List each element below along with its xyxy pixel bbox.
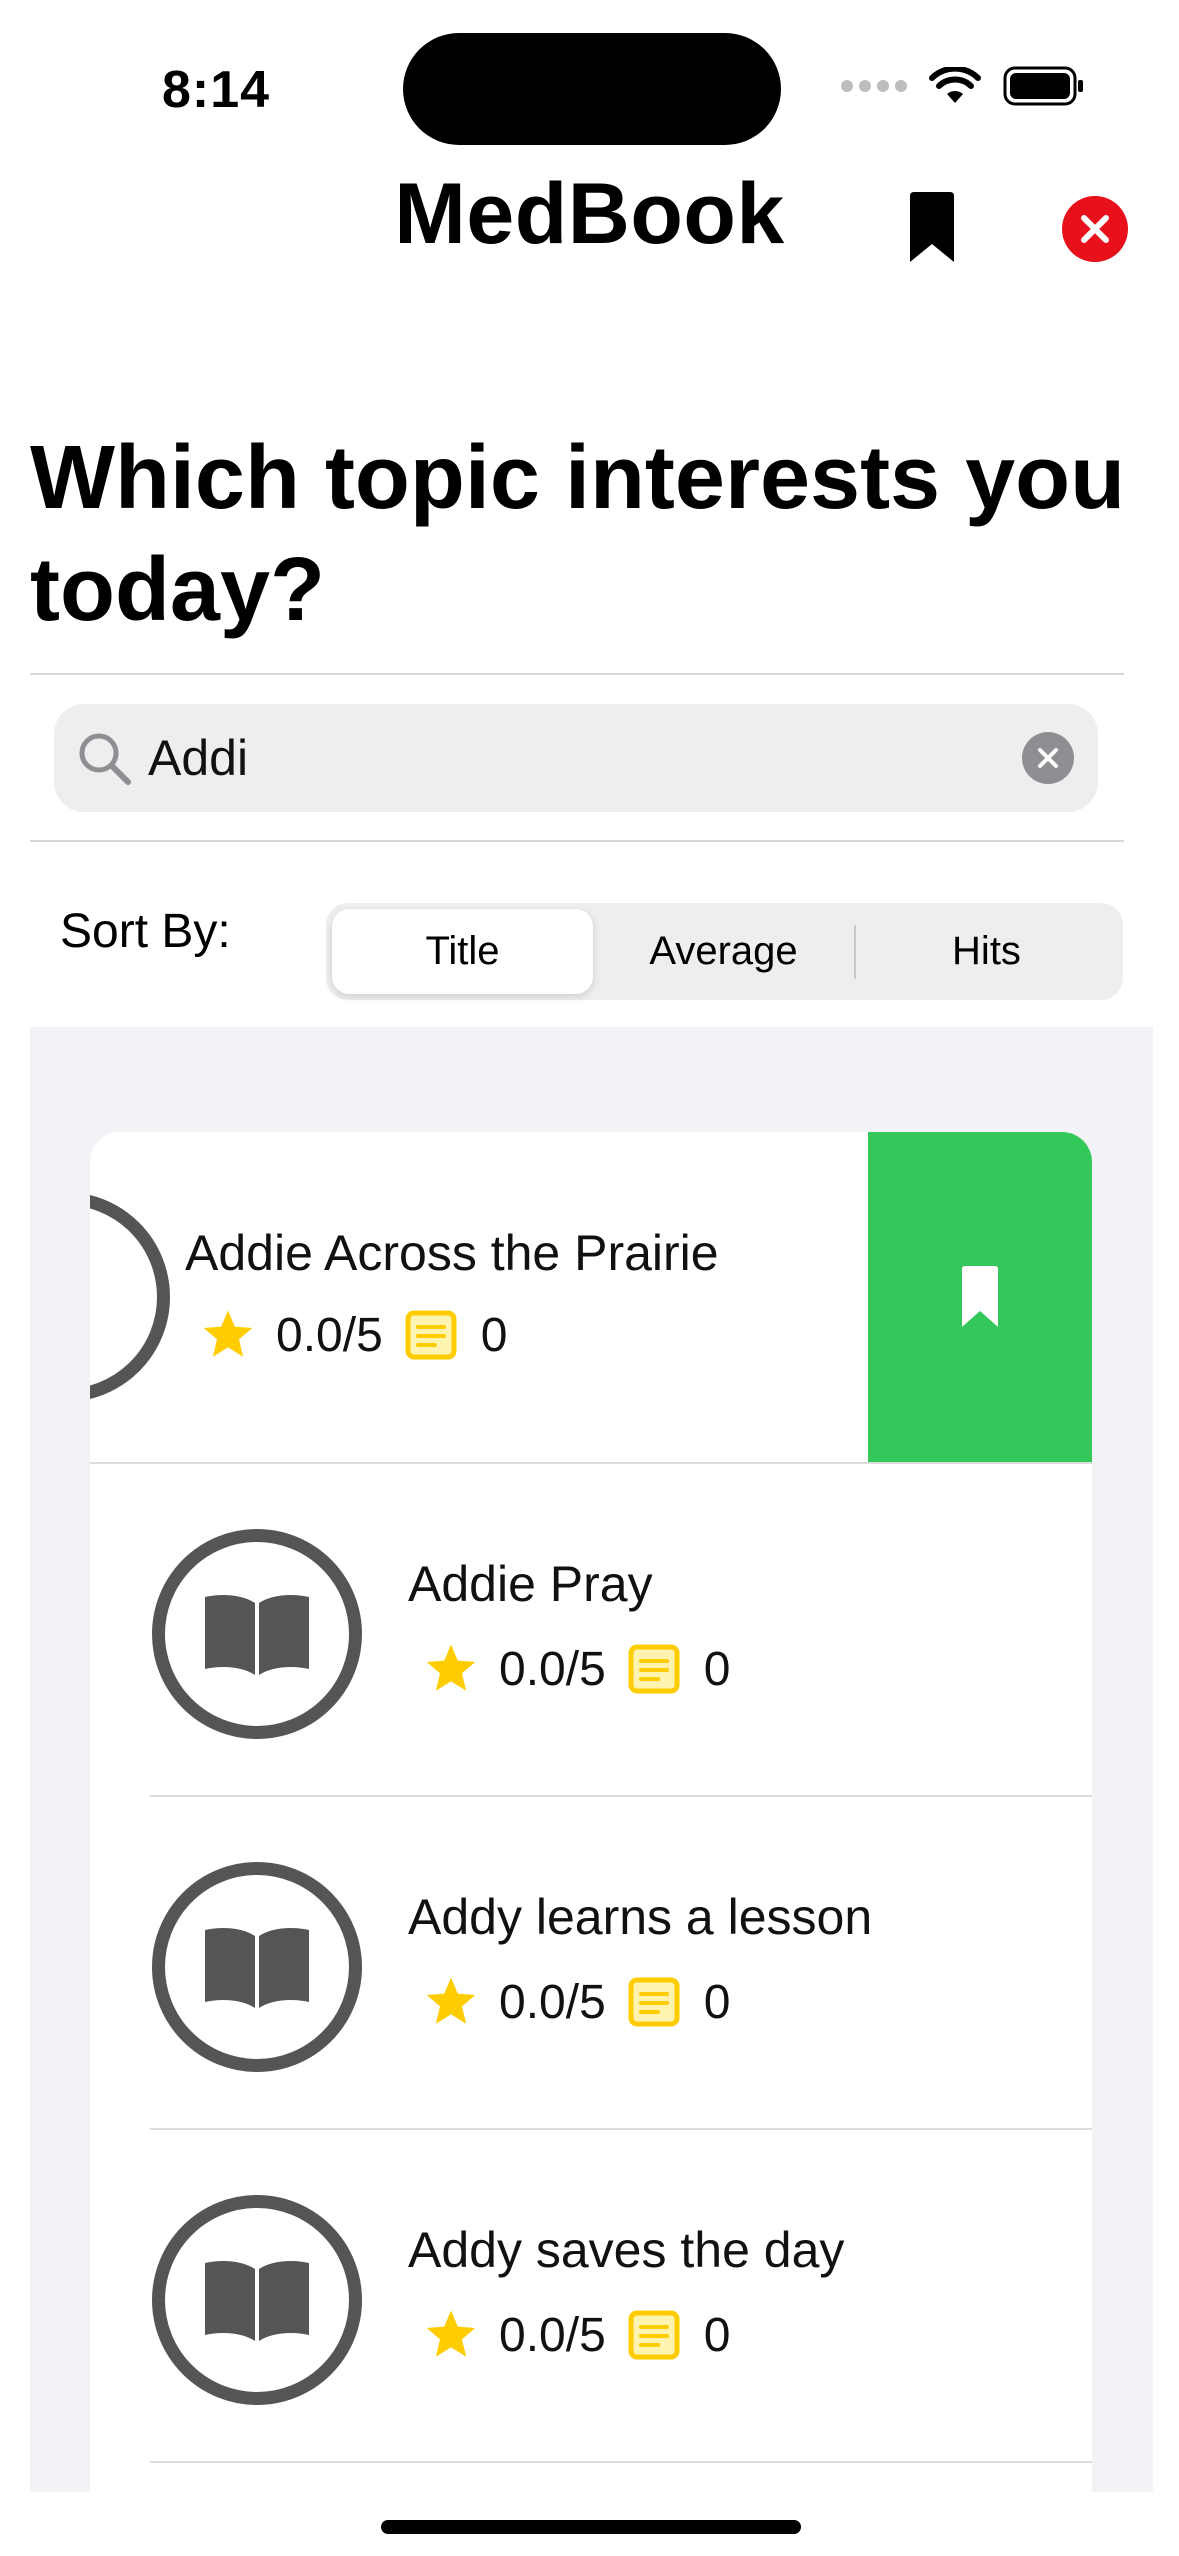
bookmark-icon	[962, 1266, 998, 1327]
search-icon	[79, 733, 131, 785]
book-open-icon	[205, 1595, 309, 1675]
book-meta: 0.0/5 0	[423, 2307, 730, 2363]
search-input[interactable]	[148, 729, 1022, 787]
book-hits: 0	[703, 2308, 731, 2362]
book-rating: 0.0/5	[499, 2308, 606, 2362]
book-title: Addie Across the Prairie	[185, 1225, 719, 1281]
close-button[interactable]	[1062, 196, 1128, 262]
book-meta: 0.0/5 0	[423, 1641, 730, 1697]
search-bar[interactable]	[54, 704, 1098, 812]
book-hits: 0	[703, 1642, 731, 1696]
sort-option-hits[interactable]: Hits	[856, 909, 1117, 994]
status-time: 8:14	[162, 61, 271, 119]
app-title: MedBook	[394, 166, 785, 262]
list-item[interactable]: Addie Across the Prairie 0.0/5 0	[90, 1132, 1092, 1464]
hits-icon	[628, 1644, 680, 1694]
row-divider	[90, 1462, 1092, 1464]
sort-option-title[interactable]: Title	[332, 909, 593, 994]
divider	[30, 673, 1124, 675]
book-title: Addy saves the day	[408, 2222, 845, 2278]
book-hits: 0	[703, 1975, 731, 2029]
divider	[30, 840, 1124, 842]
book-icon	[152, 2195, 362, 2405]
book-title: Addy learns a lesson	[408, 1889, 873, 1945]
hits-icon	[628, 1977, 680, 2027]
wifi-icon	[929, 67, 981, 103]
list-item[interactable]: Addie Pray 0.0/5 0	[90, 1465, 1092, 1797]
star-icon	[426, 2310, 476, 2357]
row-divider	[150, 1795, 1092, 1797]
star-icon	[426, 1977, 476, 2024]
xmark-icon	[1038, 748, 1058, 768]
close-icon	[1081, 215, 1109, 243]
hits-icon	[628, 2310, 680, 2360]
hits-icon	[405, 1310, 457, 1360]
sort-option-average[interactable]: Average	[593, 909, 854, 994]
book-icon	[152, 1862, 362, 2072]
book-meta: 0.0/5 0	[423, 1974, 730, 2030]
book-meta: 0.0/5 0	[200, 1307, 507, 1363]
sort-label: Sort By:	[60, 905, 231, 958]
bookmark-swipe-button[interactable]	[868, 1132, 1092, 1462]
book-rating: 0.0/5	[499, 1642, 606, 1696]
book-icon	[152, 1529, 362, 1739]
book-rating: 0.0/5	[499, 1975, 606, 2029]
star-icon	[203, 1310, 253, 1357]
row-divider	[150, 2461, 1092, 2463]
book-rating: 0.0/5	[276, 1308, 383, 1362]
clear-search-button[interactable]	[1022, 732, 1074, 784]
battery-icon	[1003, 66, 1083, 106]
book-open-icon	[205, 1928, 309, 2008]
book-hits: 0	[480, 1308, 508, 1362]
home-indicator[interactable]	[381, 2520, 801, 2534]
star-icon	[426, 1644, 476, 1691]
book-icon	[90, 1192, 170, 1402]
list-item[interactable]: Addy learns a lesson 0.0/5 0	[90, 1798, 1092, 2130]
sort-segmented-control[interactable]: Title Average Hits	[326, 903, 1123, 1000]
page-headline: Which topic interests you today?	[30, 428, 1126, 640]
results-list[interactable]: Addie Across the Prairie 0.0/5 0 Addie P…	[90, 1132, 1092, 2502]
dynamic-island	[403, 33, 781, 145]
book-open-icon	[205, 2261, 309, 2341]
row-divider	[150, 2128, 1092, 2130]
cellular-signal-icon	[841, 80, 907, 92]
list-item[interactable]: Addy saves the day 0.0/5 0	[90, 2131, 1092, 2463]
book-title: Addie Pray	[408, 1556, 653, 1612]
bookmark-icon[interactable]	[904, 190, 960, 266]
status-icons	[841, 66, 1085, 106]
